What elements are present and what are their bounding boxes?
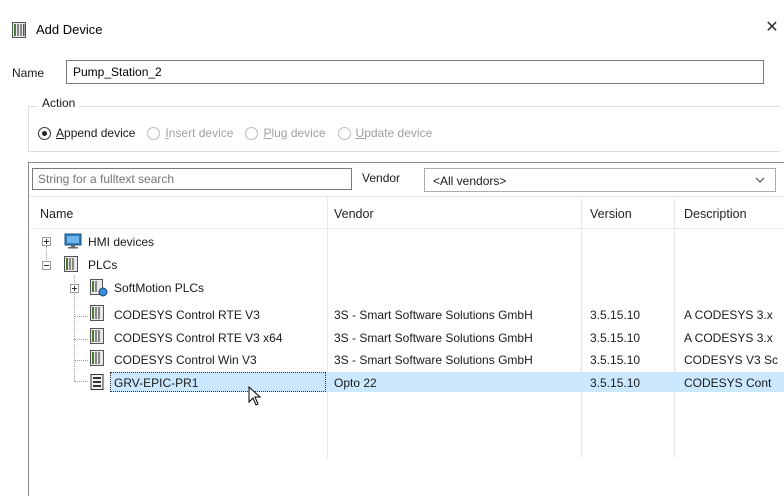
plc-device-icon (90, 328, 104, 344)
append-device-radio[interactable]: Append device (38, 126, 135, 140)
radio-label-plug: lug device (271, 126, 326, 140)
column-divider[interactable] (327, 198, 328, 458)
vendor-dropdown[interactable]: <All vendors> (424, 168, 776, 192)
device-name-cell-selected[interactable]: GRV-EPIC-PR1 (114, 376, 324, 390)
device-name-cell[interactable]: CODESYS Control RTE V3 x64 (114, 331, 324, 345)
close-icon[interactable]: ✕ (760, 16, 784, 42)
window-title: Add Device (36, 22, 103, 37)
device-version-cell: 3.5.15.10 (590, 308, 641, 322)
plc-device-icon (90, 305, 104, 321)
device-description-cell: CODESYS V3 Sc (684, 353, 779, 367)
radio-label-update: pdate device (364, 126, 433, 140)
hmi-monitor-icon (64, 233, 82, 249)
title-bar: Add Device ✕ (0, 0, 784, 54)
radio-unchecked-icon (147, 126, 161, 140)
tree-line (74, 316, 88, 317)
radio-unchecked-icon (245, 126, 259, 140)
tree-line (74, 381, 88, 382)
tree-node-hmi-devices[interactable]: HMI devices (88, 235, 154, 249)
device-description-cell: CODESYS Cont (684, 376, 772, 390)
column-divider[interactable] (581, 198, 582, 458)
device-vendor-cell: 3S - Smart Software Solutions GmbH (334, 331, 533, 345)
expand-toggle-hmi[interactable] (42, 237, 51, 246)
radio-unchecked-icon (337, 126, 351, 140)
mouse-pointer-icon (248, 386, 262, 406)
plc-device-icon (90, 350, 104, 366)
tree-node-softmotion-plcs[interactable]: SoftMotion PLCs (114, 281, 204, 295)
tree-line (74, 360, 88, 361)
softmotion-plc-icon (90, 279, 108, 297)
column-header-version[interactable]: Version (590, 207, 632, 221)
expand-toggle-softmotion[interactable] (70, 284, 79, 293)
collapse-toggle-plcs[interactable] (42, 261, 51, 270)
mnemonic: A (56, 126, 65, 140)
radio-checked-icon (38, 126, 51, 140)
device-vendor-cell: 3S - Smart Software Solutions GmbH (334, 353, 533, 367)
column-divider[interactable] (674, 198, 675, 458)
grid-top-border (30, 196, 784, 197)
header-separator (30, 228, 784, 229)
vendor-label: Vendor (362, 171, 401, 185)
plug-device-radio[interactable]: Plug device (245, 126, 326, 140)
epic-controller-icon (90, 374, 104, 390)
fulltext-search-input[interactable] (32, 168, 352, 190)
radio-label-insert: nsert device (168, 126, 234, 140)
device-name-cell[interactable]: CODESYS Control Win V3 (114, 353, 324, 367)
device-description-cell: A CODESYS 3.x (684, 331, 773, 345)
radio-label-append: ppend device (64, 126, 136, 140)
action-radio-group: Append device Insert device Plug device … (38, 124, 444, 142)
update-device-radio[interactable]: Update device (337, 126, 433, 140)
vendor-selected-value: <All vendors> (433, 174, 507, 188)
device-description-cell: A CODESYS 3.x (684, 308, 773, 322)
column-header-description[interactable]: Description (684, 207, 747, 221)
device-version-cell: 3.5.15.10 (590, 376, 641, 390)
chevron-down-icon (755, 177, 765, 183)
device-vendor-cell: Opto 22 (334, 376, 377, 390)
device-name-input[interactable] (66, 60, 764, 84)
device-name-cell[interactable]: CODESYS Control RTE V3 (114, 308, 324, 322)
plc-device-icon (12, 22, 26, 38)
device-version-cell: 3.5.15.10 (590, 331, 641, 345)
insert-device-radio[interactable]: Insert device (147, 126, 233, 140)
device-version-cell: 3.5.15.10 (590, 353, 641, 367)
plc-folder-icon (64, 256, 78, 272)
device-catalog-panel (28, 162, 784, 496)
action-legend: Action (38, 96, 80, 110)
tree-node-plcs[interactable]: PLCs (88, 258, 117, 272)
mnemonic: U (355, 126, 365, 140)
device-vendor-cell: 3S - Smart Software Solutions GmbH (334, 308, 533, 322)
column-header-name[interactable]: Name (40, 207, 73, 221)
name-label: Name (12, 66, 45, 80)
tree-line (74, 339, 88, 340)
column-header-vendor[interactable]: Vendor (334, 207, 374, 221)
